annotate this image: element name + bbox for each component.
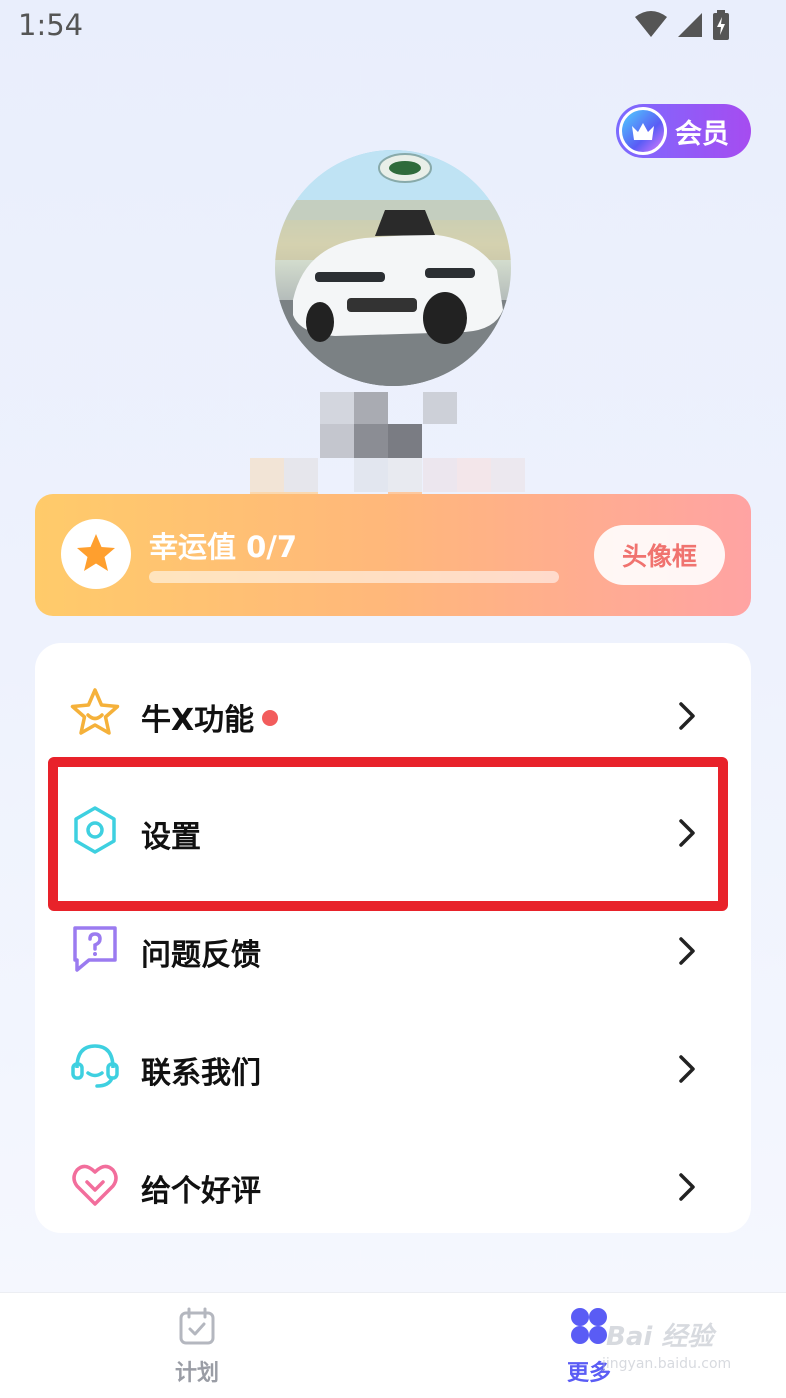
lucky-progress-bar — [149, 571, 559, 583]
chevron-right-icon — [679, 702, 695, 730]
lucky-value-title: 幸运值 0/7 — [149, 530, 298, 564]
notification-dot — [262, 710, 278, 726]
menu-item-label: 给个好评 — [141, 1174, 261, 1209]
watermark-url: jingyan.baidu.com — [602, 1356, 732, 1372]
menu-item-contact[interactable]: 联系我们 — [35, 1004, 751, 1122]
menu-card: 牛X功能 设置 问题反馈 联系我们 给个好评 — [35, 643, 751, 1233]
status-time: 1:54 — [18, 8, 84, 42]
cell-signal-icon — [678, 13, 702, 37]
tab-plan[interactable]: 计划 — [117, 1293, 277, 1398]
chevron-right-icon — [679, 937, 695, 965]
avatar-frame-button[interactable]: 头像框 — [594, 525, 725, 585]
avatar-car-image — [275, 150, 511, 386]
chevron-right-icon — [679, 1055, 695, 1083]
avatar[interactable] — [275, 150, 511, 386]
crown-icon — [619, 107, 667, 155]
lucky-value-card: 幸运值 0/7 头像框 — [35, 494, 751, 616]
menu-item-label: 设置 — [141, 820, 201, 855]
calendar-check-icon — [179, 1307, 215, 1345]
chevron-right-icon — [679, 819, 695, 847]
menu-item-features[interactable]: 牛X功能 — [35, 651, 751, 769]
watermark-brand: Bai 经验 — [606, 1322, 714, 1352]
baidu-watermark: Bai 经验 jingyan.baidu.com — [598, 1306, 778, 1386]
settings-hex-icon — [74, 806, 116, 854]
heart-icon — [72, 1164, 118, 1206]
menu-item-label: 联系我们 — [141, 1056, 261, 1091]
menu-item-feedback[interactable]: 问题反馈 — [35, 886, 751, 1004]
status-bar: 1:54 — [0, 0, 786, 56]
feedback-question-icon — [73, 926, 117, 972]
vip-label: 会员 — [675, 118, 729, 150]
wifi-icon — [635, 11, 667, 37]
battery-icon — [713, 10, 729, 40]
headset-icon — [71, 1044, 119, 1088]
chevron-right-icon — [679, 1173, 695, 1201]
menu-item-label: 牛X功能 — [141, 703, 255, 738]
star-icon — [70, 688, 120, 735]
vip-badge-button[interactable]: 会员 — [616, 104, 751, 158]
star-badge-icon — [61, 519, 131, 589]
menu-item-rate[interactable]: 给个好评 — [35, 1122, 751, 1240]
menu-item-settings[interactable]: 设置 — [35, 768, 751, 886]
tab-label: 计划 — [174, 1361, 219, 1386]
status-icons — [634, 10, 730, 40]
menu-item-label: 问题反馈 — [141, 938, 261, 973]
